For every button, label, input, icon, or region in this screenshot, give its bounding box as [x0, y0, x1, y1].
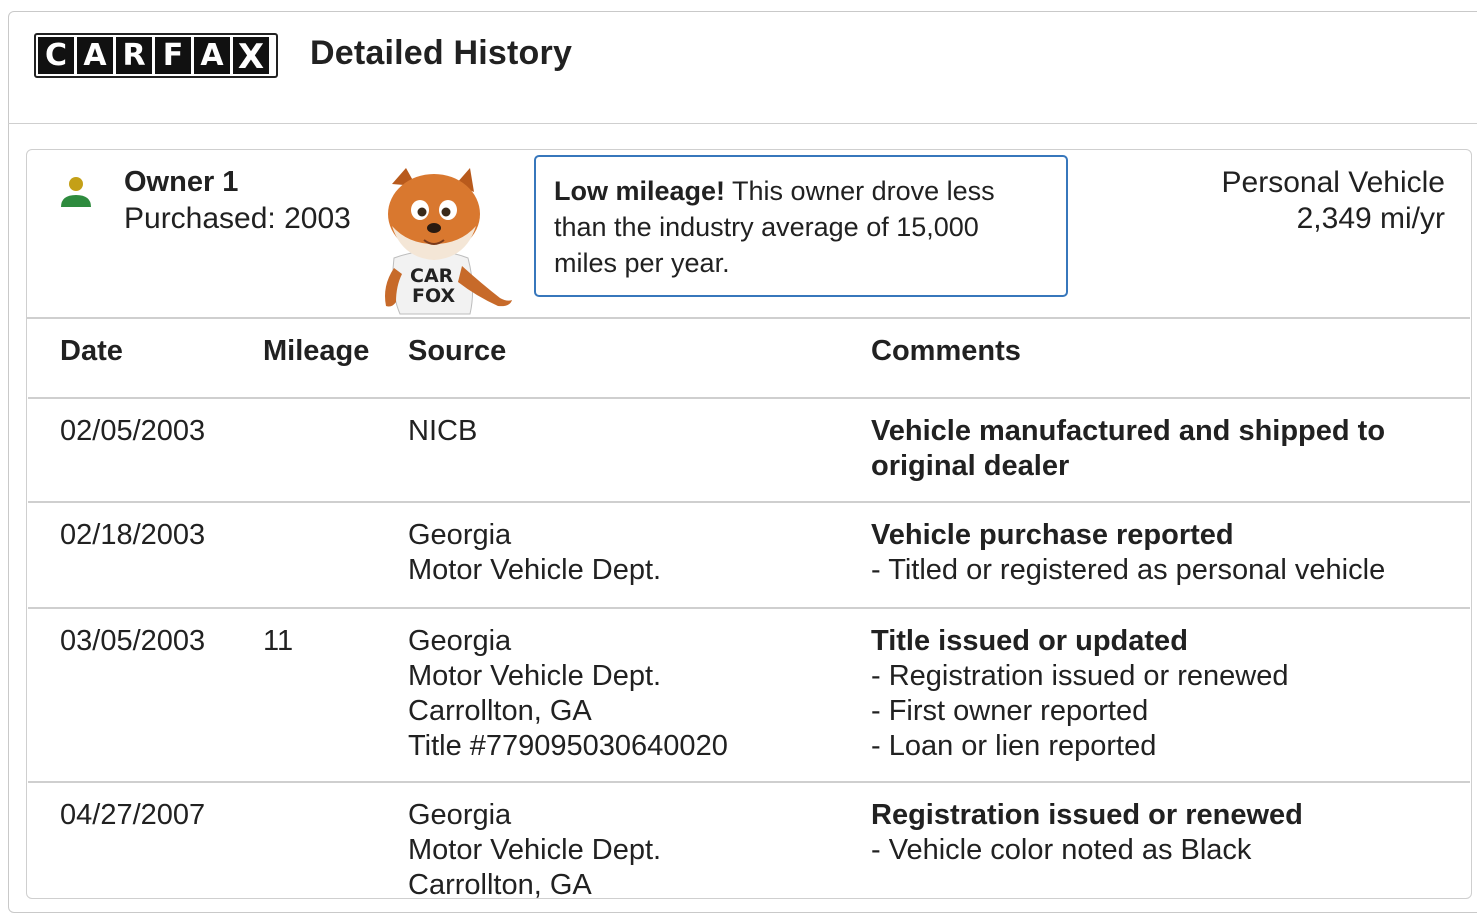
column-header-comments: Comments	[871, 335, 1021, 367]
logo-letter: R	[116, 37, 152, 74]
source-line: Carrollton, GA	[408, 869, 592, 901]
source-line: Motor Vehicle Dept.	[408, 554, 662, 586]
column-header-date: Date	[60, 335, 123, 367]
source-line: Motor Vehicle Dept.	[408, 660, 662, 692]
comment-title: Vehicle purchase reported	[871, 519, 1234, 551]
logo-letter: X	[233, 37, 269, 74]
source-line: NICB	[408, 415, 478, 447]
logo-letter: F	[155, 37, 191, 74]
source-line: Title #779095030640020	[408, 730, 728, 762]
row-comments: Vehicle purchase reported - Titled or re…	[871, 518, 1461, 588]
callout-bold: Low mileage!	[554, 176, 726, 206]
row-divider	[28, 781, 1470, 783]
source-line: Georgia	[408, 799, 512, 831]
row-date: 03/05/2003	[60, 625, 206, 657]
carfax-logo: C A R F A X	[34, 33, 278, 78]
row-date: 02/05/2003	[60, 415, 206, 447]
row-date: 04/27/2007	[60, 799, 206, 831]
person-icon	[61, 177, 91, 207]
miles-per-year: 2,349 mi/yr	[1296, 202, 1445, 235]
row-comments: Vehicle manufactured and shipped to orig…	[871, 414, 1431, 484]
row-date: 02/18/2003	[60, 519, 206, 551]
source-line: Motor Vehicle Dept.	[408, 834, 662, 866]
comment-item: - First owner reported	[871, 695, 1149, 727]
comment-item: - Registration issued or renewed	[871, 660, 1289, 692]
row-divider	[28, 607, 1470, 609]
column-header-source: Source	[408, 335, 507, 367]
row-comments: Title issued or updated - Registration i…	[871, 624, 1461, 764]
comment-item: - Titled or registered as personal vehic…	[871, 554, 1386, 586]
comment-title: Vehicle manufactured and shipped to orig…	[871, 415, 1386, 482]
car-fox-mascot-icon: CAR FOX	[385, 168, 512, 315]
logo-letter: C	[38, 37, 74, 74]
row-source: Georgia Motor Vehicle Dept. Carrollton, …	[408, 798, 661, 903]
low-mileage-callout: Low mileage! This owner drove less than …	[534, 155, 1068, 297]
column-header-mileage: Mileage	[263, 335, 370, 367]
owner-purchased: Purchased: 2003	[124, 202, 351, 235]
comment-title: Registration issued or renewed	[871, 799, 1303, 831]
row-source: Georgia Motor Vehicle Dept. Carrollton, …	[408, 624, 728, 764]
comment-title: Title issued or updated	[871, 625, 1188, 657]
owner-name: Owner 1	[124, 166, 239, 198]
logo-letter: A	[194, 37, 230, 74]
row-source: Georgia Motor Vehicle Dept.	[408, 518, 661, 588]
source-line: Georgia	[408, 625, 512, 657]
row-divider	[28, 397, 1470, 399]
row-divider	[28, 501, 1470, 503]
source-line: Georgia	[408, 519, 512, 551]
vehicle-type: Personal Vehicle	[1221, 166, 1445, 199]
page-title: Detailed History	[310, 34, 573, 72]
comment-item: - Loan or lien reported	[871, 730, 1157, 762]
mascot-shirt-text-2: FOX	[412, 285, 455, 307]
row-source: NICB	[408, 414, 477, 449]
row-comments: Registration issued or renewed - Vehicle…	[871, 798, 1461, 868]
logo-letter: A	[77, 37, 113, 74]
comment-item: - Vehicle color noted as Black	[871, 834, 1252, 866]
mascot-shirt-text-1: CAR	[410, 265, 454, 287]
row-mileage: 11	[263, 625, 294, 657]
source-line: Carrollton, GA	[408, 695, 592, 727]
